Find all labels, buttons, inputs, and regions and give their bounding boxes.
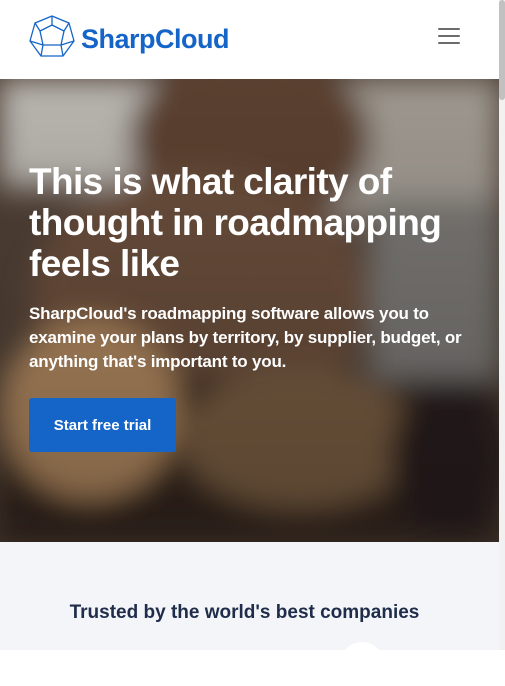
hero-subtitle: SharpCloud's roadmapping software allows… xyxy=(29,304,462,371)
trusted-section: Trusted by the world's best companies xyxy=(0,542,499,686)
page-scrollbar[interactable] xyxy=(499,0,505,650)
site-header: SharpCloud xyxy=(0,0,499,79)
company-logo xyxy=(340,642,384,686)
dodecahedron-logo-icon xyxy=(29,14,75,65)
scrollbar-thumb[interactable] xyxy=(499,0,505,100)
logo-link[interactable]: SharpCloud xyxy=(29,14,230,65)
hero-title: This is what clarity of thought in roadm… xyxy=(29,161,442,284)
logo-text: SharpCloud xyxy=(81,24,230,54)
hero-section: This is what clarity of thought in roadm… xyxy=(0,79,499,542)
hero-content: This is what clarity of thought in roadm… xyxy=(29,161,479,374)
start-free-trial-button[interactable]: Start free trial xyxy=(29,398,176,452)
trusted-title: Trusted by the world's best companies xyxy=(69,602,420,623)
hamburger-menu-icon[interactable] xyxy=(438,28,460,46)
